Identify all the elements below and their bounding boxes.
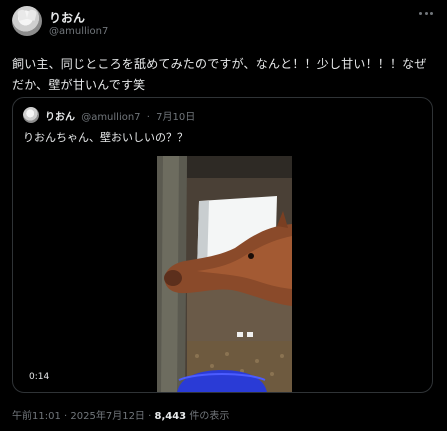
video-player[interactable] <box>157 156 292 392</box>
meta-separator: · <box>64 411 68 422</box>
view-count: 8,443 <box>154 411 187 422</box>
quote-date: 7月10日 <box>156 112 196 123</box>
video-frame-image <box>157 156 292 392</box>
author-name[interactable]: りおん <box>49 9 85 26</box>
tweet-meta: 午前11:01 · 2025年7月12日 · 8,443 件の表示 <box>12 407 229 422</box>
author-avatar[interactable] <box>12 6 42 36</box>
video-duration: 0:14 <box>26 371 53 383</box>
view-count-label: 件の表示 <box>189 411 230 422</box>
quote-author-handle: @amullion7 <box>81 112 141 123</box>
quote-avatar <box>23 107 39 123</box>
meta-separator-2: · <box>148 411 152 422</box>
quoted-tweet[interactable]: りおん @amullion7 · 7月10日 りおんちゃん、壁おいしいの？？ 0… <box>12 97 433 393</box>
quote-author-name: りおん <box>45 112 75 123</box>
quote-text: りおんちゃん、壁おいしいの？？ <box>23 131 188 144</box>
more-horizontal-icon[interactable] <box>419 12 433 16</box>
quote-header: りおん @amullion7 · 7月10日 <box>45 108 195 123</box>
quote-separator: · <box>146 112 150 123</box>
author-handle[interactable]: @amullion7 <box>49 26 108 37</box>
tweet-time[interactable]: 午前11:01 <box>12 411 61 422</box>
tweet-date[interactable]: 2025年7月12日 <box>70 411 145 422</box>
tweet-text: 飼い主、同じところを舐めてみたのですが、なんと！！少し甘い！！！なぜだか、壁が甘… <box>12 57 427 92</box>
